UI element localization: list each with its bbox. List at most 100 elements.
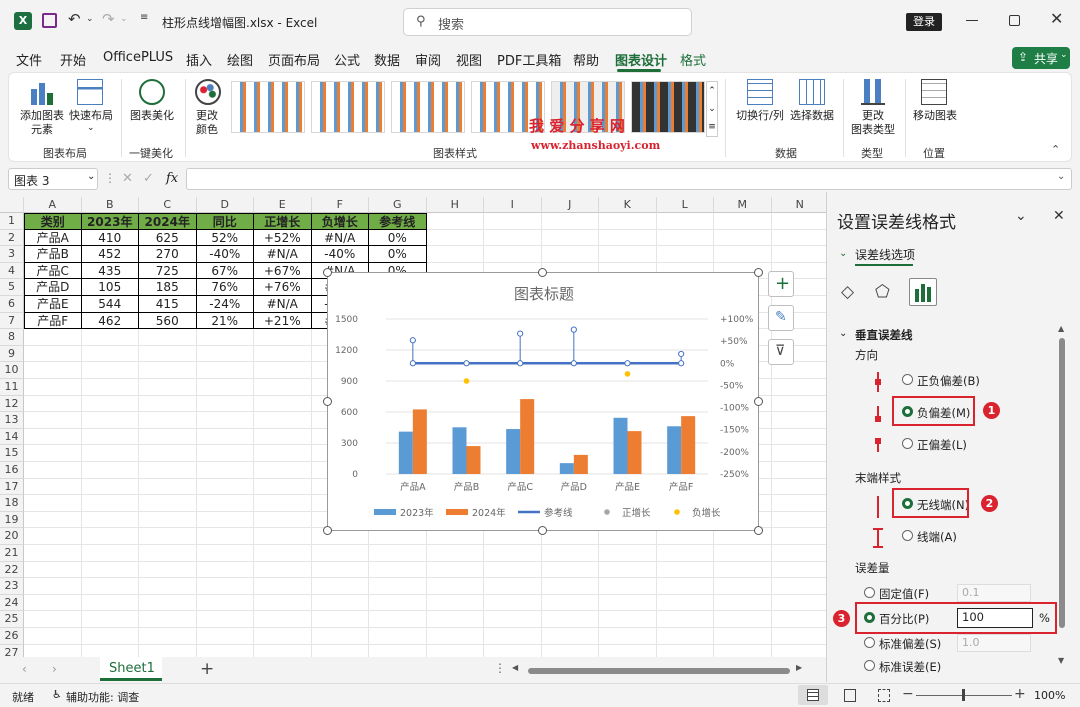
menu-insert[interactable]: 插入 [186, 50, 212, 69]
row-header-18[interactable]: 18 [0, 495, 24, 512]
chart-area[interactable]: 图表标题 1500 1200 900 600 300 0 +100% +50% 0% -50% -10… [327, 272, 759, 531]
effects-icon[interactable]: ⬠ [875, 282, 890, 302]
cancel-icon[interactable]: ✕ [122, 171, 133, 186]
change-color-button[interactable]: 更改 颜色 [187, 109, 227, 137]
row-header-9[interactable]: 9 [0, 345, 24, 363]
row-header-26[interactable]: 26 [0, 628, 24, 645]
change-chart-type-button[interactable]: 更改 图表类型 [847, 109, 899, 137]
chart-beautify-button[interactable]: 图表美化 [125, 109, 179, 123]
add-chart-element-button[interactable]: 添加图表 元素 [17, 109, 67, 137]
customize-toolbar-icon[interactable]: ≡ [140, 12, 148, 23]
chart-handle-bm[interactable] [538, 526, 547, 535]
chart-handle-ml[interactable] [323, 397, 332, 406]
undo-dropdown-icon[interactable]: ⌄ [86, 14, 94, 24]
chart-handle-tl[interactable] [323, 268, 332, 277]
maximize-icon[interactable] [1009, 15, 1020, 26]
header-cell[interactable]: 2024年 [139, 213, 197, 230]
row-header-2[interactable]: 2 [0, 229, 24, 247]
table-cell[interactable]: 270 [139, 246, 197, 263]
header-cell[interactable]: 同比 [196, 213, 254, 230]
tab-error-bar-options[interactable]: 误差线选项 [855, 246, 915, 263]
radio-direction-plus[interactable] [902, 438, 913, 449]
minimize-icon[interactable] [966, 20, 978, 21]
row-header-4[interactable]: 4 [0, 262, 24, 280]
chart-handle-mr[interactable] [754, 397, 763, 406]
zoom-out-icon[interactable]: − [902, 686, 914, 702]
formula-options-icon[interactable]: ⋮ [104, 171, 116, 185]
stddev-value-input[interactable]: 1.0 [957, 634, 1031, 652]
table-cell[interactable]: 产品A [24, 229, 82, 247]
table-cell[interactable]: 产品E [24, 296, 82, 313]
login-button[interactable]: 登录 [906, 13, 942, 31]
row-header-27[interactable]: 27 [0, 644, 24, 657]
row-header-3[interactable]: 3 [0, 246, 24, 263]
column-header-b[interactable]: B [81, 197, 139, 213]
row-header-19[interactable]: 19 [0, 511, 24, 529]
row-header-21[interactable]: 21 [0, 545, 24, 562]
row-header-6[interactable]: 6 [0, 296, 24, 313]
row-header-14[interactable]: 14 [0, 428, 24, 446]
direction-plus-label[interactable]: 正偏差(L) [917, 437, 967, 453]
expand-formula-icon[interactable]: ⌄ [1057, 171, 1065, 182]
menu-review[interactable]: 审阅 [415, 50, 441, 69]
radio-end-cap[interactable] [902, 530, 913, 541]
select-data-button[interactable]: 选择数据 [787, 109, 837, 123]
row-header-23[interactable]: 23 [0, 578, 24, 595]
menu-formulas[interactable]: 公式 [334, 50, 360, 69]
table-cell[interactable]: 67% [196, 262, 254, 280]
page-break-view-icon[interactable] [878, 689, 890, 702]
menu-chart-design[interactable]: 图表设计 [615, 50, 667, 69]
undo-icon[interactable]: ↶ [68, 10, 81, 28]
table-cell[interactable]: 410 [81, 229, 139, 247]
table-cell[interactable]: 625 [139, 229, 197, 247]
chart-handle-bl[interactable] [323, 526, 332, 535]
row-header-24[interactable]: 24 [0, 594, 24, 612]
hscroll-right-icon[interactable]: ▶ [796, 663, 802, 672]
column-header-m[interactable]: M [714, 197, 772, 213]
table-cell[interactable]: 462 [81, 312, 139, 330]
hscroll-left-icon[interactable]: ◀ [512, 663, 518, 672]
table-cell[interactable]: 105 [81, 279, 139, 296]
chart-style-6[interactable] [631, 81, 705, 133]
switch-row-col-button[interactable]: 切换行/列 [731, 109, 789, 123]
header-cell[interactable]: 2023年 [81, 213, 139, 230]
chart-handle-tr[interactable] [754, 268, 763, 277]
tab-split-icon[interactable]: ⋮ [494, 661, 506, 675]
row-header-12[interactable]: 12 [0, 395, 24, 413]
table-cell[interactable]: 产品C [24, 262, 82, 280]
column-header-i[interactable]: I [484, 197, 542, 213]
save-icon[interactable] [42, 13, 57, 28]
header-cell[interactable]: 参考线 [369, 213, 427, 230]
error-bar-options-icon[interactable] [909, 278, 937, 306]
column-header-l[interactable]: L [656, 197, 714, 213]
menu-pdf-tools[interactable]: PDF工具箱 [497, 50, 561, 69]
column-header-c[interactable]: C [139, 197, 197, 213]
redo-icon[interactable]: ↷ [102, 10, 115, 28]
zoom-in-icon[interactable]: + [1014, 686, 1026, 702]
share-button[interactable]: ⇪ 共享 ⌄ [1012, 47, 1070, 69]
row-header-17[interactable]: 17 [0, 478, 24, 496]
section-collapse-icon[interactable]: ⌄ [839, 328, 847, 339]
direction-both-label[interactable]: 正负偏差(B) [917, 373, 980, 389]
row-header-7[interactable]: 7 [0, 312, 24, 330]
column-header-j[interactable]: J [541, 197, 599, 213]
row-header-20[interactable]: 20 [0, 528, 24, 545]
column-header-f[interactable]: F [311, 197, 369, 213]
chart-styles-button[interactable]: ✎ [768, 305, 794, 331]
select-all-corner[interactable] [0, 197, 24, 213]
table-cell[interactable]: 产品F [24, 312, 82, 330]
add-sheet-icon[interactable]: + [200, 659, 214, 679]
pane-close-icon[interactable]: ✕ [1053, 208, 1065, 224]
column-header-e[interactable]: E [254, 197, 312, 213]
name-box[interactable]: 图表 3 ⌄ [8, 168, 98, 190]
pane-scroll-down-icon[interactable]: ▼ [1058, 656, 1064, 665]
table-cell[interactable]: -24% [196, 296, 254, 313]
end-cap-label[interactable]: 线端(A) [917, 529, 957, 545]
prev-sheet-icon[interactable]: ‹ [22, 662, 27, 676]
table-cell[interactable]: 76% [196, 279, 254, 296]
menu-file[interactable]: 文件 [16, 50, 42, 69]
table-cell[interactable]: 52% [196, 229, 254, 247]
row-header-8[interactable]: 8 [0, 329, 24, 346]
radio-stderr[interactable] [864, 660, 875, 671]
table-cell[interactable]: +21% [254, 312, 312, 330]
